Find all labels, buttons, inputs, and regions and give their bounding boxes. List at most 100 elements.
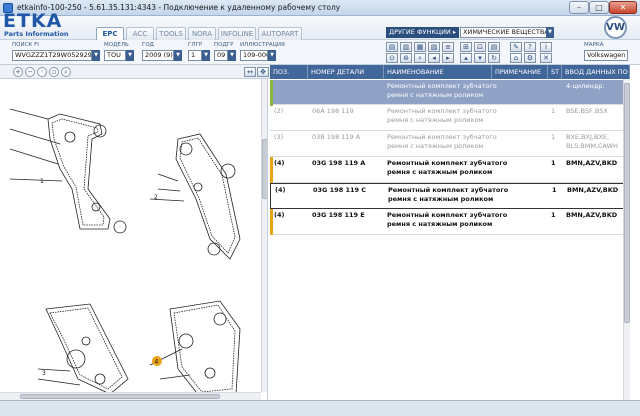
model-label: МОДЕЛЬ <box>104 42 129 48</box>
chemicals-select[interactable]: ХИМИЧЕСКИЕ ВЕЩЕСТВА <box>460 27 552 38</box>
row-name-line2: ремня с натяжным роликом <box>387 91 484 99</box>
down-icon[interactable]: ▾ <box>474 53 486 63</box>
etka-logo: ETKA Parts Information <box>3 10 73 40</box>
table-row[interactable]: Ремонтный комплект зубчатого 4-цилиндр. ре… <box>270 80 630 106</box>
engine-icon[interactable]: ⊛ <box>400 53 412 63</box>
zoom-fit-icon[interactable]: ◦ <box>37 67 47 77</box>
group-label: ГЛГР <box>188 42 203 48</box>
home-icon[interactable]: ⌂ <box>510 53 522 63</box>
row-st: 1 <box>551 107 556 115</box>
grid-icon[interactable]: ⊡ <box>474 42 486 52</box>
diagram-vertical-scrollbar[interactable] <box>261 79 267 392</box>
tab-nora[interactable]: NORA <box>188 27 216 40</box>
zoom-in-icon[interactable]: + <box>13 67 23 77</box>
zoom-area-icon[interactable]: ▫ <box>49 67 59 77</box>
brand-field[interactable]: Volkswagen <box>584 50 628 61</box>
tab-infoline[interactable]: INFOLINE <box>218 27 256 40</box>
document-icon[interactable]: ▦ <box>414 42 426 52</box>
row-status-marker <box>270 80 273 106</box>
zoom-out-icon[interactable]: − <box>25 67 35 77</box>
group-field[interactable]: 1 <box>188 50 202 61</box>
row-status-marker <box>270 157 273 183</box>
col-data[interactable]: ВВОД ДАННЫХ ПО <box>562 65 630 79</box>
tab-epc[interactable]: EPC <box>96 27 124 41</box>
table-row[interactable]: (4) 03G 198 119 A Ремонтный комплект зубча… <box>270 157 630 183</box>
row-st: 1 <box>552 186 557 194</box>
row-st: 1 <box>551 159 556 167</box>
table-row[interactable]: (4) 03G 198 119 E Ремонтный комплект зубча… <box>270 209 630 235</box>
row-name-line2: ремня с натяжным роликом <box>387 168 493 176</box>
table-header: ПОЗ. НОМЕР ДЕТАЛИ НАИМЕНОВАНИЕ ПРИМЕЧАНИ… <box>270 65 630 79</box>
diagram-hscroll-thumb[interactable] <box>20 394 220 399</box>
col-part-number[interactable]: НОМЕР ДЕТАЛИ <box>308 65 384 79</box>
vin-dropdown-icon[interactable]: ▼ <box>92 50 100 61</box>
col-name[interactable]: НАИМЕНОВАНИЕ <box>384 65 492 79</box>
tools-icon[interactable]: ✎ <box>510 42 522 52</box>
callout-4[interactable]: 4 <box>155 359 159 366</box>
model-dropdown-icon[interactable]: ▼ <box>126 50 134 61</box>
list-icon[interactable]: ≡ <box>442 42 454 52</box>
car-icon[interactable]: ⊙ <box>386 53 398 63</box>
table-icon[interactable]: ▤ <box>488 42 500 52</box>
print-setup-icon[interactable]: ▥ <box>400 42 412 52</box>
row-status-marker <box>270 209 273 235</box>
table-row[interactable]: (2) 06A 198 119 Ремонтный комплект зубчато… <box>270 105 630 131</box>
row-data: 4-цилиндр. <box>566 82 605 90</box>
settings-icon[interactable]: ⚙ <box>524 53 536 63</box>
tab-autopart[interactable]: AUTOPART <box>258 27 302 40</box>
diagram-vscroll-thumb[interactable] <box>262 139 267 199</box>
pan-icon[interactable]: ✥ <box>257 67 269 77</box>
notes-icon[interactable]: ▧ <box>428 42 440 52</box>
exit-icon[interactable]: ✕ <box>540 53 552 63</box>
table-row[interactable]: (4) 03G 198 119 C Ремонтный комплект зубча… <box>270 183 630 209</box>
row-name: Ремонтный комплект зубчатого <box>387 159 508 167</box>
table-vertical-scrollbar[interactable] <box>623 79 630 400</box>
subgroup-dropdown-icon[interactable]: ▼ <box>228 50 236 61</box>
close-button[interactable]: ✕ <box>609 1 637 14</box>
illustration-label: ИЛЛЮСТРАЦИЯ <box>240 42 285 48</box>
refresh-icon[interactable]: ↻ <box>488 53 500 63</box>
vin-field[interactable]: WVGZZZ1T29W052929 <box>12 50 92 61</box>
col-note[interactable]: ПРИМЕЧАНИЕ <box>492 65 548 79</box>
table-row[interactable]: (3) 03B 198 119 A Ремонтный комплект зубча… <box>270 131 630 157</box>
year-dropdown-icon[interactable]: ▼ <box>174 50 182 61</box>
subgroup-field[interactable]: 09 <box>214 50 228 61</box>
callout-3[interactable]: 3 <box>42 370 46 377</box>
tab-tools[interactable]: TOOLS <box>156 27 186 40</box>
row-pos: (4) <box>275 186 286 194</box>
forward-icon[interactable]: ▸ <box>442 53 454 63</box>
up-icon[interactable]: ▴ <box>460 53 472 63</box>
illustration-dropdown-icon[interactable]: ▼ <box>268 50 276 61</box>
row-name-line2: ремня с натяжным роликом <box>387 116 484 124</box>
row-data: BXE,BXJ,BXE, <box>566 133 610 141</box>
diagram-horizontal-scrollbar[interactable] <box>0 392 261 400</box>
other-functions-menu[interactable]: ДРУГИЕ ФУНКЦИИ ▸ <box>386 27 460 38</box>
timing-belt-illustration: 1 2 3 4 <box>9 108 241 398</box>
subgroup-label: ПОДГР <box>214 42 234 48</box>
callout-2[interactable]: 2 <box>154 194 158 201</box>
callout-1[interactable]: 1 <box>40 178 44 185</box>
help-icon[interactable]: ? <box>524 42 536 52</box>
col-st[interactable]: ST <box>548 65 562 79</box>
maximize-button[interactable]: □ <box>589 1 609 14</box>
vin-label: ПОИСК FI <box>12 42 39 48</box>
year-field[interactable]: 2009 (9) <box>142 50 174 61</box>
print-icon[interactable]: ▤ <box>386 42 398 52</box>
search-icon[interactable]: ⌕ <box>414 53 426 63</box>
status-bar <box>0 400 640 416</box>
chemicals-dropdown-icon[interactable]: ▼ <box>546 27 554 38</box>
row-part-number: 03G 198 119 A <box>312 159 366 167</box>
info-icon[interactable]: i <box>540 42 552 52</box>
magnifier-icon[interactable]: ⌕ <box>61 67 71 77</box>
cart-icon[interactable]: ⊞ <box>460 42 472 52</box>
fit-width-icon[interactable]: ↔ <box>244 67 256 77</box>
tab-acc[interactable]: ACC <box>126 27 154 40</box>
illustration-field[interactable]: 109-000 <box>240 50 268 61</box>
col-pos[interactable]: ПОЗ. <box>270 65 308 79</box>
group-dropdown-icon[interactable]: ▼ <box>202 50 210 61</box>
row-data: BMN,AZV,BKD <box>567 186 619 194</box>
model-field[interactable]: TOU <box>104 50 126 61</box>
back-icon[interactable]: ◂ <box>428 53 440 63</box>
table-vscroll-thumb[interactable] <box>624 83 630 323</box>
minimize-button[interactable]: – <box>569 1 589 14</box>
